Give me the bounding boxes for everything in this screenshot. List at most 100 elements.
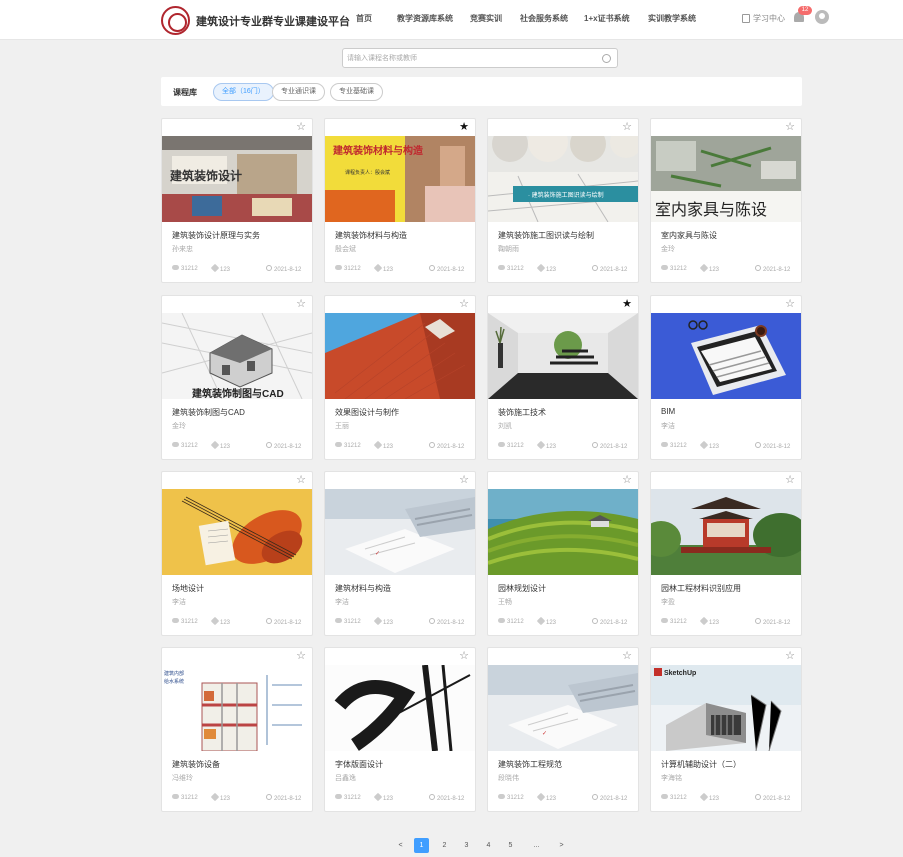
school-logo-icon[interactable] (161, 6, 190, 35)
attachment-count-value: 123 (383, 620, 394, 626)
nav-home[interactable]: 首页 (356, 13, 372, 24)
search-icon[interactable] (602, 54, 611, 63)
favorite-star-icon[interactable]: ☆ (785, 121, 795, 133)
course-card[interactable]: ☆ 效果图设计与制作 王丽 31212 123 2021-8-12 (324, 295, 476, 460)
study-center-link[interactable]: 学习中心 (742, 13, 785, 24)
link-icon (373, 263, 383, 273)
course-title[interactable]: 字体版面设计 (335, 759, 383, 770)
course-thumbnail[interactable]: ✓ (325, 489, 475, 575)
course-title[interactable]: 场地设计 (172, 583, 204, 594)
course-date-value: 2021-8-12 (274, 444, 302, 450)
course-title[interactable]: 园林工程材料识别应用 (661, 583, 741, 594)
course-card[interactable]: ☆ 场地设计 李洁 31212 123 2021-8-12 (161, 471, 313, 636)
page-button-6[interactable]: ... (529, 838, 544, 853)
course-card[interactable]: ☆ 建筑内部 给水系统 建筑装饰设备 冯维玲 31212 123 2021-8-12 (161, 647, 313, 812)
course-title[interactable]: 效果图设计与制作 (335, 407, 399, 418)
course-card[interactable]: ☆ ✓ 建筑材料与构造 李洁 31212 123 2021-8-12 (324, 471, 476, 636)
course-thumbnail[interactable] (651, 313, 801, 399)
view-count-value: 31212 (507, 443, 524, 449)
course-thumbnail[interactable] (325, 665, 475, 751)
favorite-star-icon[interactable]: ☆ (459, 650, 469, 662)
course-title[interactable]: BIM (661, 407, 675, 416)
course-thumbnail[interactable]: 建筑装饰材料与构造 课程负责人：殷会斌 (325, 136, 475, 222)
favorite-star-icon[interactable]: ☆ (785, 298, 795, 310)
course-title[interactable]: 计算机辅助设计（二） (661, 759, 741, 770)
course-title[interactable]: 建筑装饰制图与CAD (172, 407, 245, 418)
favorite-star-icon[interactable]: ☆ (296, 121, 306, 133)
course-title[interactable]: 建筑装饰材料与构造 (335, 230, 407, 241)
view-count-value: 31212 (344, 266, 361, 272)
course-author: 冯维玲 (172, 775, 193, 782)
nav-training[interactable]: 实训教学系统 (648, 13, 696, 24)
favorite-star-icon[interactable]: ☆ (622, 121, 632, 133)
nav-resource-library[interactable]: 教学资源库系统 (397, 13, 453, 24)
search-input[interactable] (347, 52, 587, 65)
favorite-star-icon[interactable]: ☆ (459, 298, 469, 310)
course-title[interactable]: 室内家具与陈设 (661, 230, 717, 241)
course-card[interactable]: ★ 建筑装饰材料与构造 课程负责人：殷会斌 建筑装饰材料与构造 殷会斌 31212 123 2… (324, 118, 476, 283)
course-title[interactable]: 建筑装饰施工图识读与绘制 (498, 230, 594, 241)
favorite-star-icon[interactable]: ☆ (622, 474, 632, 486)
course-title[interactable]: 建筑装饰工程规范 (498, 759, 562, 770)
course-title[interactable]: 建筑装饰设备 (172, 759, 220, 770)
page-next-button[interactable]: > (554, 838, 569, 853)
page-button-5[interactable]: 5 (503, 838, 518, 853)
course-card[interactable]: ☆ 字体版面设计 吕鑫逸 31212 123 2021-8-12 (324, 647, 476, 812)
course-title[interactable]: 建筑装饰设计原理与实务 (172, 230, 260, 241)
course-card[interactable]: ☆ ✓ 建筑装饰工程规范 段晓伟 31212 123 2021-8-12 (487, 647, 639, 812)
favorite-star-icon[interactable]: ★ (622, 298, 632, 310)
course-card[interactable]: ☆ 室内家具与陈设 室内家具与陈设 金玲 31212 123 2021-8-12 (650, 118, 802, 283)
attachment-count: 123 (210, 792, 230, 802)
user-avatar-icon[interactable] (815, 10, 829, 24)
favorite-star-icon[interactable]: ☆ (785, 650, 795, 662)
nav-competition[interactable]: 竞赛实训 (470, 13, 502, 24)
course-thumbnail[interactable]: ✓ (488, 665, 638, 751)
course-thumbnail[interactable] (651, 489, 801, 575)
page-button-1[interactable]: 1 (414, 838, 429, 853)
course-title[interactable]: 装饰施工技术 (498, 407, 546, 418)
page-prev-button[interactable]: < (393, 838, 408, 853)
chip-general[interactable]: 专业通识课 (272, 83, 325, 101)
course-title[interactable]: 园林规划设计 (498, 583, 546, 594)
course-thumbnail[interactable] (162, 489, 312, 575)
course-thumbnail[interactable]: 建筑装饰制图与CAD (162, 313, 312, 399)
course-thumbnail[interactable]: 建筑装饰设计 (162, 136, 312, 222)
attachment-count: 123 (210, 616, 230, 626)
view-count: 31212 (498, 794, 524, 801)
course-card[interactable]: ☆ SketchUp 计算机辅助设计（二） 李海铭 31212 123 2021-8-12 (650, 647, 802, 812)
page-button-2[interactable]: 2 (437, 838, 452, 853)
nav-certificate[interactable]: 1+x证书系统 (584, 13, 630, 24)
nav-social-service[interactable]: 社会服务系统 (520, 13, 568, 24)
site-title[interactable]: 建筑设计专业群专业课建设平台 (196, 13, 350, 29)
course-card[interactable]: ☆ 园林规划设计 王畅 31212 123 2021-8-12 (487, 471, 639, 636)
course-thumbnail[interactable] (488, 313, 638, 399)
favorite-star-icon[interactable]: ☆ (459, 474, 469, 486)
course-thumbnail[interactable] (325, 313, 475, 399)
course-thumbnail[interactable]: SketchUp (651, 665, 801, 751)
chip-all[interactable]: 全部（16门） (213, 83, 274, 101)
svg-text:课程负责人：殷会斌: 课程负责人：殷会斌 (345, 169, 390, 176)
course-card[interactable]: ★ 装饰施工技术 刘凯 31212 123 2021-8-12 (487, 295, 639, 460)
svg-text:室内家具与陈设: 室内家具与陈设 (655, 201, 767, 219)
course-card[interactable]: ☆ 园林工程材料识别应用 李盈 31212 123 2021-8-12 (650, 471, 802, 636)
course-thumbnail[interactable]: 室内家具与陈设 (651, 136, 801, 222)
favorite-star-icon[interactable]: ☆ (785, 474, 795, 486)
course-thumbnail[interactable]: · 建筑装饰施工图识读与绘制 (488, 136, 638, 222)
attachment-count: 123 (210, 440, 230, 450)
favorite-star-icon[interactable]: ☆ (622, 650, 632, 662)
course-title[interactable]: 建筑材料与构造 (335, 583, 391, 594)
favorite-star-icon[interactable]: ☆ (296, 474, 306, 486)
clock-icon (429, 442, 435, 448)
favorite-star-icon[interactable]: ★ (459, 121, 469, 133)
course-card[interactable]: ☆ BIM 李洁 31212 123 2021-8-12 (650, 295, 802, 460)
course-card[interactable]: ☆ 建筑装饰制图与CAD 建筑装饰制图与CAD 金玲 31212 123 2021-8-12 (161, 295, 313, 460)
course-card[interactable]: ☆ · 建筑装饰施工图识读与绘制 建筑装饰施工图识读与绘制 鞠朝雨 31212 123 20… (487, 118, 639, 283)
favorite-star-icon[interactable]: ☆ (296, 650, 306, 662)
course-thumbnail[interactable]: 建筑内部 给水系统 (162, 665, 312, 751)
favorite-star-icon[interactable]: ☆ (296, 298, 306, 310)
page-button-3[interactable]: 3 (459, 838, 474, 853)
chip-foundation[interactable]: 专业基础课 (330, 83, 383, 101)
page-button-4[interactable]: 4 (481, 838, 496, 853)
course-card[interactable]: ☆ 建筑装饰设计 建筑装饰设计原理与实务 孙来忠 31212 123 2021-8-12 (161, 118, 313, 283)
course-thumbnail[interactable] (488, 489, 638, 575)
